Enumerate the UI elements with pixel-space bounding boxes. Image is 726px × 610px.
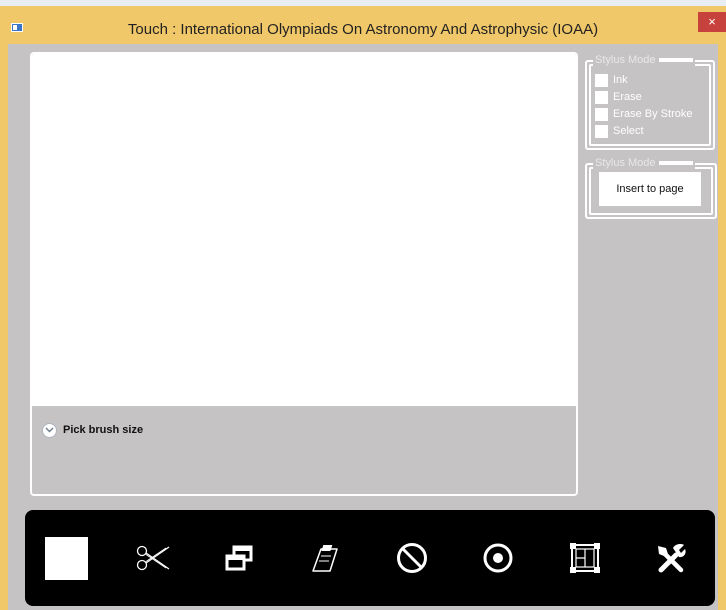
settings-tools-button[interactable] [641, 510, 701, 606]
bottom-toolbar [25, 510, 715, 606]
paste-button[interactable] [296, 510, 356, 606]
checkbox[interactable] [595, 124, 608, 138]
stylus-option-select[interactable]: Select [595, 124, 644, 138]
chevron-down-circle-icon [42, 422, 57, 438]
stylus-mode-group: Stylus Mode Ink Erase Erase By Stroke Se… [585, 54, 715, 150]
record-button[interactable] [468, 510, 528, 606]
copy-windows-icon [225, 545, 253, 571]
stylus-option-erase[interactable]: Erase [595, 90, 642, 104]
canvas-panel: Pick brush size [30, 52, 578, 496]
brush-size-expander[interactable]: Pick brush size [42, 421, 143, 439]
insert-group: Stylus Mode Insert to page [585, 157, 717, 219]
copy-button[interactable] [209, 510, 269, 606]
no-entry-icon [397, 543, 427, 573]
insert-group-title: Stylus Mode [593, 157, 695, 169]
window-title: Touch : International Olympiads On Astro… [127, 21, 599, 38]
ink-canvas[interactable] [32, 54, 576, 406]
color-swatch-button[interactable] [36, 510, 96, 606]
stylus-mode-title: Stylus Mode [593, 54, 695, 66]
clear-button[interactable] [382, 510, 442, 606]
checkbox[interactable] [595, 90, 608, 104]
checkbox[interactable] [595, 107, 608, 121]
scissors-icon [136, 545, 170, 571]
color-swatch-square [44, 536, 88, 580]
insert-to-page-button[interactable]: Insert to page [599, 172, 701, 206]
cut-button[interactable] [123, 510, 183, 606]
clipboard-paste-icon [312, 545, 338, 572]
checkbox[interactable] [595, 73, 608, 87]
brush-size-label: Pick brush size [63, 424, 144, 436]
tools-icon [658, 544, 686, 573]
record-circle-icon [483, 543, 513, 573]
stylus-option-ink[interactable]: Ink [595, 73, 628, 87]
stylus-option-erase-by-stroke[interactable]: Erase By Stroke [595, 107, 692, 121]
frame-select-button[interactable] [555, 510, 615, 606]
title-bar[interactable]: Touch : International Olympiads On Astro… [0, 12, 726, 44]
close-button[interactable]: × [698, 12, 726, 32]
client-area: Pick brush size Stylus Mode Ink Erase Er… [8, 44, 718, 610]
frame-select-icon [570, 543, 600, 573]
app-window: Touch : International Olympiads On Astro… [0, 0, 726, 610]
